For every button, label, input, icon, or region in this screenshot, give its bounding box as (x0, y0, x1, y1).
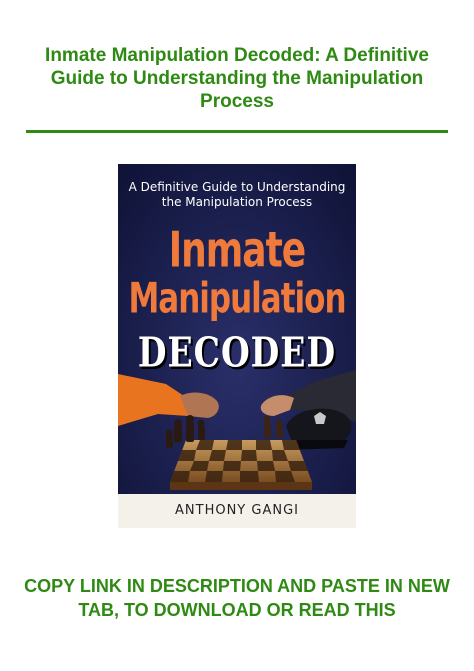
cover-subtitle: A Definitive Guide to Understanding the … (118, 180, 356, 210)
book-cover-image: A Definitive Guide to Understanding the … (118, 164, 356, 528)
download-call-to-action: COPY LINK IN DESCRIPTION AND PASTE IN NE… (24, 576, 450, 620)
cover-title-inmate: Inmate (168, 223, 306, 279)
cover-author-band: ANTHONY GANGI (118, 494, 356, 528)
title-divider (26, 130, 448, 133)
cover-subtitle-line-2: the Manipulation Process (161, 195, 313, 209)
cover-title-manipulation: Manipulation (128, 274, 346, 324)
cover-title-decoded: DECODED (137, 327, 337, 377)
cover-subtitle-line-1: A Definitive Guide to Understanding (128, 180, 346, 194)
page-title: Inmate Manipulation Decoded: A Definitiv… (45, 45, 429, 112)
cover-author: ANTHONY GANGI (175, 503, 299, 518)
